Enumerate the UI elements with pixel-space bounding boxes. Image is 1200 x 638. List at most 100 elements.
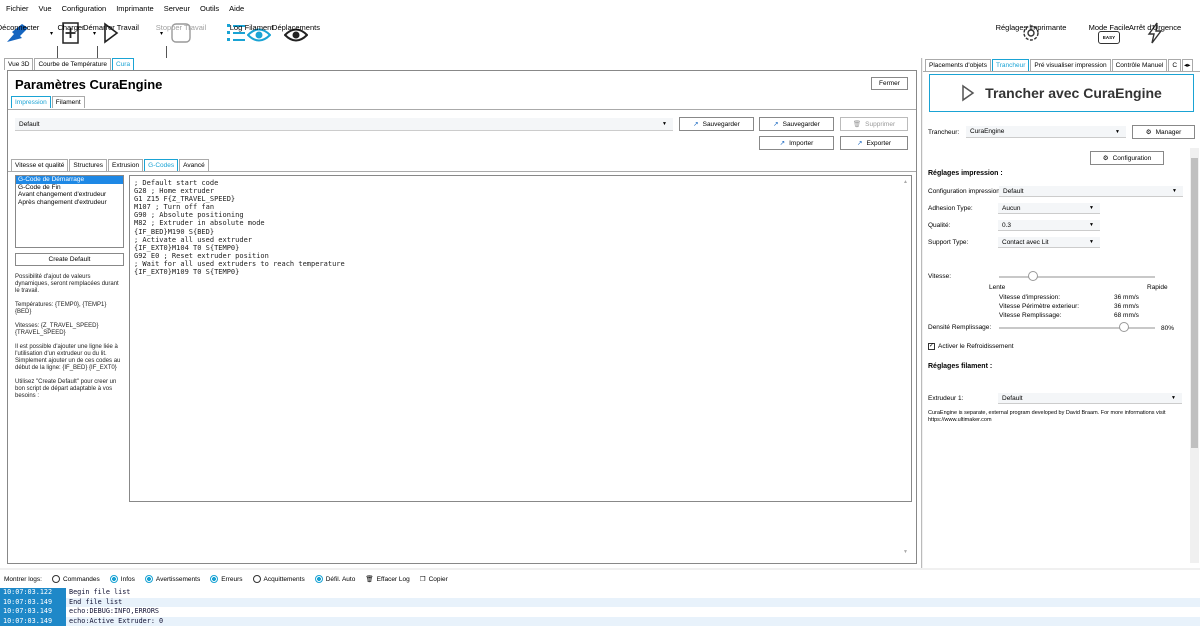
moves-button[interactable]: Déplacements	[272, 20, 320, 44]
tab-filament[interactable]: Filament	[51, 96, 85, 108]
export-icon: ↗	[773, 121, 779, 128]
cooling-checkbox[interactable]: ✓ Activer le Refroidissement	[928, 343, 1014, 350]
tab-slicer[interactable]: Trancheur	[991, 59, 1030, 71]
section-print-settings: Réglages impression :	[928, 170, 1003, 177]
menu-bar: Fichier Vue Configuration Imprimante Ser…	[0, 0, 1200, 16]
tab-temperature-curve[interactable]: Courbe de Température	[34, 58, 111, 70]
radio-icon	[252, 575, 261, 583]
import-button[interactable]: ↗ Importer	[759, 136, 834, 150]
tab-manual-control[interactable]: Contrôle Manuel	[1111, 59, 1168, 71]
slice-button[interactable]: Trancher avec CuraEngine	[929, 74, 1194, 112]
list-item[interactable]: Avant changement d'extrudeur	[16, 191, 123, 199]
tab-more[interactable]: C	[1168, 59, 1182, 71]
right-scrollbar[interactable]	[1190, 148, 1199, 563]
radio-icon	[210, 575, 219, 583]
menu-configuration[interactable]: Configuration	[62, 4, 107, 13]
easy-mode-button[interactable]: EASY Mode Facile	[1089, 20, 1129, 44]
export-button[interactable]: ↗ Exporter	[840, 136, 908, 150]
support-select[interactable]: Contact avec Lit ▼	[998, 237, 1100, 248]
log-filter-errors[interactable]: Erreurs	[210, 575, 243, 583]
clear-log-button[interactable]: 🗑 Effacer Log	[365, 575, 409, 584]
printer-settings-button[interactable]: Réglages imprimante	[996, 20, 1066, 44]
configuration-button[interactable]: ⚙ Configuration	[1090, 151, 1164, 165]
scroll-up-icon[interactable]: ▲	[903, 179, 908, 185]
scroll-down-icon[interactable]: ▼	[903, 549, 908, 555]
log-list[interactable]: 10:07:03.122 Begin file list 10:07:03.149…	[0, 588, 1200, 638]
radio-icon	[109, 575, 118, 583]
slicer-select[interactable]: CuraEngine ▼	[966, 126, 1126, 138]
adhesion-select[interactable]: Aucun ▼	[998, 203, 1100, 214]
scrollbar-thumb[interactable]	[1191, 158, 1198, 448]
create-default-button[interactable]: Create Default	[15, 253, 124, 266]
manager-button[interactable]: ⚙ Manager	[1132, 125, 1195, 139]
log-button[interactable]: Log	[226, 20, 246, 44]
chevron-down-icon: ▼	[1171, 395, 1176, 401]
menu-help[interactable]: Aide	[229, 4, 244, 13]
list-item[interactable]: Après changement d'extrudeur	[16, 199, 123, 207]
log-filter-commands[interactable]: Commandes	[51, 575, 100, 583]
save-as-button[interactable]: ↗ Sauvegarder	[759, 117, 834, 131]
list-item[interactable]: G-Code de Fin	[16, 184, 123, 192]
quality-select[interactable]: 0.3 ▼	[998, 220, 1100, 231]
close-button[interactable]: Fermer	[871, 77, 908, 90]
log-filter-infos[interactable]: Infos	[109, 575, 135, 583]
log-filter-warnings[interactable]: Avertissements	[144, 575, 200, 583]
toolbar: Déconnecter ▾ Charger ▾ Démarrer Travail…	[0, 16, 1200, 58]
profile-select[interactable]: Default ▼	[15, 118, 673, 131]
log-autoscroll[interactable]: Défil. Auto	[314, 575, 355, 583]
copy-log-button[interactable]: ❐ Copier	[420, 575, 448, 584]
menu-view[interactable]: Vue	[39, 4, 52, 13]
load-button[interactable]: Charger	[57, 20, 85, 44]
export-icon: ↗	[856, 140, 863, 147]
speed-slider[interactable]	[999, 276, 1155, 278]
tab-extrusion[interactable]: Extrusion	[108, 159, 144, 171]
save-button[interactable]: ↗ Sauvegarder	[679, 117, 754, 131]
toolbar-separator	[57, 46, 58, 58]
radio-icon	[314, 575, 323, 583]
chevron-down-icon: ▼	[1089, 239, 1094, 245]
chevron-down-icon[interactable]: ▾	[50, 30, 53, 37]
tab-advanced[interactable]: Avancé	[179, 159, 209, 171]
log-row: 10:07:03.122 Begin file list	[0, 588, 1200, 598]
chevron-down-icon: ▼	[1172, 188, 1177, 194]
trash-icon: 🗑	[365, 576, 374, 583]
extruder-select[interactable]: Default ▼	[998, 393, 1182, 404]
start-job-button[interactable]: Démarrer Travail	[83, 20, 139, 44]
log-toolbar: Montrer logs: Commandes Infos Avertissem…	[0, 570, 1200, 588]
tab-gcodes[interactable]: G-Codes	[144, 159, 179, 171]
log-filter-acks[interactable]: Acquittements	[252, 575, 305, 583]
right-pane: Placements d'objets Trancheur Pré visual…	[923, 58, 1200, 568]
menu-printer[interactable]: Imprimante	[116, 4, 154, 13]
divider	[8, 171, 916, 172]
menu-server[interactable]: Serveur	[164, 4, 190, 13]
gcode-type-list[interactable]: G-Code de Démarrage G-Code de Fin Avant …	[15, 175, 124, 248]
density-slider-thumb[interactable]	[1118, 322, 1129, 332]
play-icon	[962, 84, 975, 102]
tab-3d-view[interactable]: Vue 3D	[4, 58, 34, 70]
gcode-editor[interactable]: ; Default start code G28 ; Home extruder…	[129, 175, 912, 502]
page-title: Paramètres CuraEngine	[15, 77, 163, 92]
slicer-info: CuraEngine is separate, external program…	[928, 410, 1166, 423]
help-text: Possibilité d'ajout de valeurs dynamique…	[15, 274, 121, 399]
disconnect-button[interactable]: Déconnecter	[0, 20, 39, 44]
density-slider[interactable]	[999, 327, 1155, 329]
tab-speed-quality[interactable]: Vitesse et qualité	[11, 159, 69, 171]
stop-job-button[interactable]: Stopper Travail	[156, 20, 206, 44]
section-filament-settings: Réglages filament :	[928, 363, 993, 370]
menu-file[interactable]: Fichier	[6, 4, 29, 13]
chevron-down-icon: ▼	[1089, 205, 1094, 211]
tab-cura[interactable]: Cura	[112, 58, 135, 70]
tab-structures[interactable]: Structures	[69, 159, 108, 171]
tab-print-preview[interactable]: Pré visualiser impression	[1030, 59, 1111, 71]
speed-slider-thumb[interactable]	[1028, 271, 1039, 281]
print-config-select[interactable]: Default ▼	[999, 186, 1183, 197]
filament-button[interactable]: Filament	[245, 20, 273, 44]
emergency-stop-button[interactable]: Arrêt d'Urgence	[1129, 20, 1181, 44]
chevron-down-icon: ▼	[662, 121, 667, 127]
list-item[interactable]: G-Code de Démarrage	[16, 176, 123, 184]
tab-object-placement[interactable]: Placements d'objets	[925, 59, 991, 71]
delete-button[interactable]: 🗑 Supprimer	[840, 117, 908, 131]
tab-print[interactable]: Impression	[11, 96, 51, 108]
menu-tools[interactable]: Outils	[200, 4, 219, 13]
tab-scroll-arrows[interactable]: ◂▸	[1182, 59, 1193, 71]
